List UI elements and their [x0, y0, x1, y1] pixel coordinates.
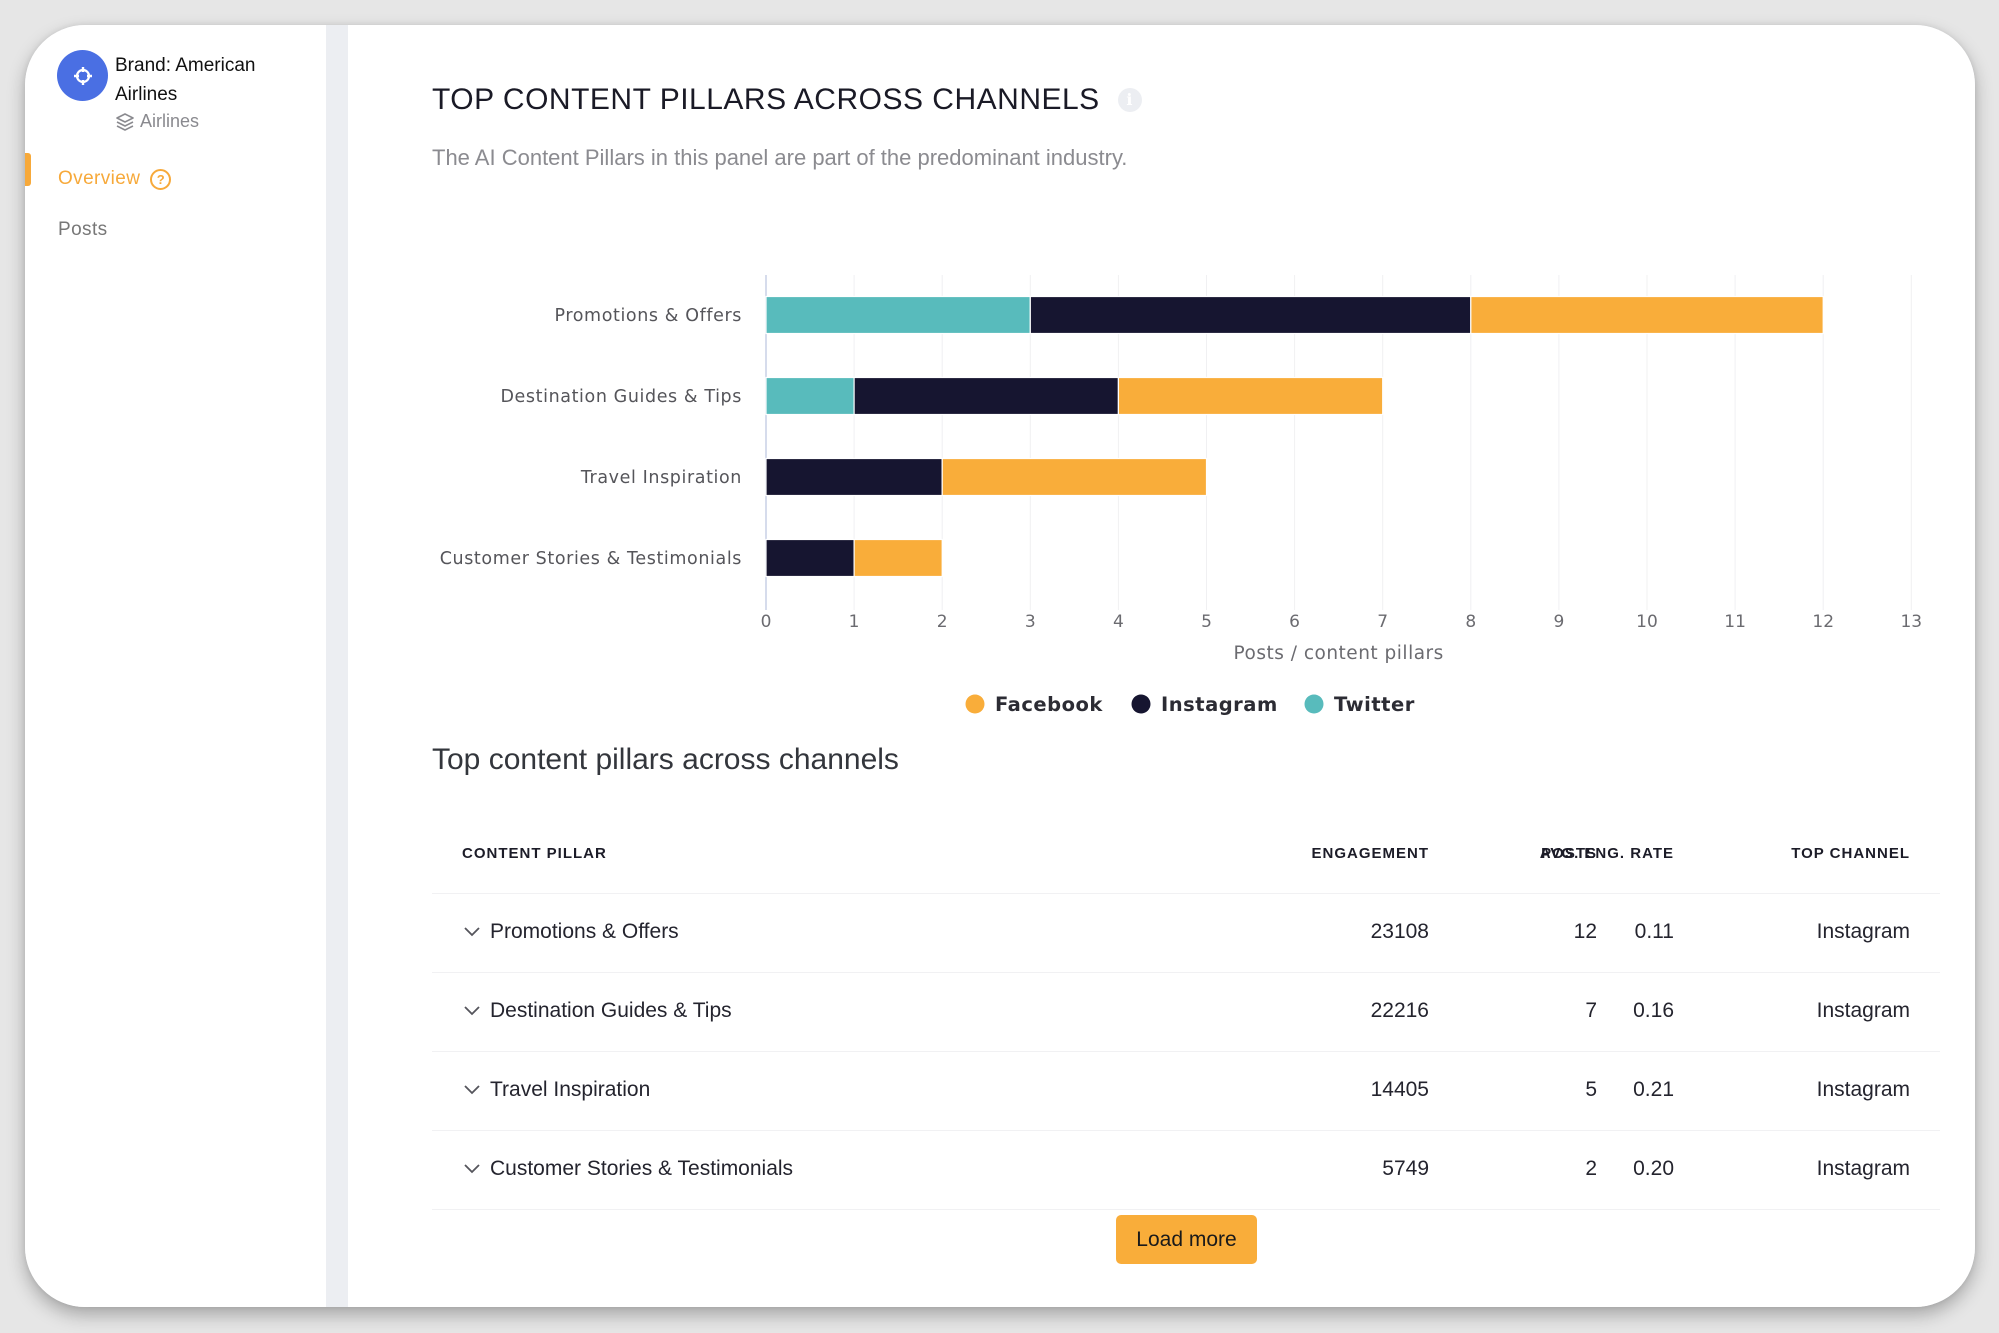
y-category-label: Customer Stories & Testimonials	[440, 549, 742, 569]
avg-eng-rate-cell: 0.16	[1633, 999, 1674, 1022]
nav-item-label: Overview	[58, 168, 141, 189]
posts-cell: 2	[1585, 1157, 1597, 1180]
stacked-bar-chart: 0 1 2 3 4 5 6 7 8 9 10 11 12 13Promotions & OffersDes…	[440, 275, 1922, 716]
table-title: Top content pillars across channels	[432, 743, 899, 776]
avg-eng-rate-cell: 0.20	[1633, 1157, 1674, 1180]
bar-segment-instagram	[1029, 295, 1472, 335]
bar-segment-instagram	[853, 376, 1119, 416]
table-row[interactable]: Promotions & Offers 12 23108 0.11 Instagram	[432, 894, 1940, 973]
brand-industry: Airlines	[115, 111, 199, 132]
content-pillar-cell: Customer Stories & Testimonials	[490, 1157, 794, 1180]
bar-segment-instagram	[765, 457, 943, 497]
x-axis-title: Posts / content pillars	[1234, 643, 1444, 664]
bar-segment-facebook	[853, 538, 943, 578]
active-nav-indicator	[25, 153, 31, 186]
nav-item-label: Posts	[58, 219, 108, 240]
x-tick-label: 7	[1377, 612, 1388, 632]
bar-segment-twitter	[765, 376, 855, 416]
load-more-button[interactable]: Load more	[1116, 1215, 1257, 1264]
layers-icon	[116, 112, 134, 131]
chevron-down-icon	[464, 927, 480, 937]
top-channel-cell: Instagram	[1816, 1078, 1910, 1101]
x-tick-label: 10	[1636, 612, 1658, 632]
avg-eng-rate-cell: 0.11	[1634, 920, 1674, 943]
posts-cell: 7	[1585, 999, 1597, 1022]
chevron-down-icon	[464, 1164, 480, 1174]
table-row[interactable]: Travel Inspiration 5 14405 0.21 Instagram	[432, 1052, 1940, 1131]
x-tick-label: 6	[1289, 612, 1300, 632]
brand-name: Brand: American Airlines	[115, 55, 256, 105]
column-header-engagement[interactable]: ENGAGEMENT	[1311, 845, 1429, 862]
legend-label-instagram: Instagram	[1161, 693, 1278, 716]
column-header-avg-eng-rate[interactable]: AVG. ENG. RATE	[1540, 845, 1674, 862]
x-tick-label: 3	[1025, 612, 1036, 632]
column-header-top-channel[interactable]: TOP CHANNEL	[1791, 845, 1910, 862]
posts-cell: 12	[1573, 920, 1597, 943]
nav-item-overview[interactable]: Overview ?	[58, 168, 172, 190]
table-header: CONTENT PILLAR POSTS ENGAGEMENT AVG. ENG…	[432, 815, 1940, 894]
x-tick-label: 5	[1201, 612, 1212, 632]
engagement-cell: 5749	[1382, 1157, 1429, 1180]
row-expand-toggle[interactable]: Travel Inspiration	[462, 1078, 650, 1102]
legend-label-twitter: Twitter	[1334, 693, 1415, 716]
x-tick-label: 8	[1465, 612, 1476, 632]
industry-label: Airlines	[140, 111, 200, 131]
bar-segment-facebook	[941, 457, 1208, 497]
top-channel-cell: Instagram	[1816, 1157, 1910, 1180]
engagement-cell: 22216	[1370, 999, 1429, 1022]
engagement-cell: 14405	[1370, 1078, 1429, 1101]
x-tick-label: 13	[1900, 612, 1922, 632]
x-tick-label: 9	[1553, 612, 1564, 632]
legend-marker-facebook	[965, 694, 985, 714]
nav-item-posts[interactable]: Posts	[58, 219, 108, 241]
y-category-label: Destination Guides & Tips	[500, 387, 742, 407]
y-category-label: Promotions & Offers	[554, 306, 742, 326]
y-category-label: Travel Inspiration	[580, 468, 742, 488]
chevron-down-icon	[464, 1006, 480, 1016]
main-panel: TOP CONTENT PILLARS ACROSS CHANNELS i Th…	[348, 25, 1975, 1307]
content-pillar-cell: Destination Guides & Tips	[490, 999, 732, 1022]
x-tick-label: 2	[937, 612, 948, 632]
bar-segment-instagram	[765, 538, 855, 578]
top-channel-cell: Instagram	[1816, 999, 1910, 1022]
bar-segment-facebook	[1470, 295, 1824, 335]
bar-segment-facebook	[1117, 376, 1384, 416]
content-pillars-table: CONTENT PILLAR POSTS ENGAGEMENT AVG. ENG…	[432, 815, 1940, 1210]
posts-cell: 5	[1585, 1078, 1597, 1101]
engagement-cell: 23108	[1370, 920, 1429, 943]
avg-eng-rate-cell: 0.21	[1633, 1078, 1674, 1101]
bar-segment-twitter	[765, 295, 1031, 335]
x-tick-label: 4	[1113, 612, 1124, 632]
content-pillar-cell: Travel Inspiration	[490, 1078, 651, 1101]
crosshair-icon	[73, 66, 92, 85]
row-expand-toggle[interactable]: Destination Guides & Tips	[462, 999, 732, 1023]
column-header-content-pillar[interactable]: CONTENT PILLAR	[462, 845, 607, 862]
legend-label-facebook: Facebook	[995, 693, 1103, 716]
content-pillar-cell: Promotions & Offers	[490, 920, 679, 943]
question-circle-icon[interactable]: ?	[150, 168, 172, 190]
legend-marker-instagram	[1131, 694, 1151, 714]
table-row[interactable]: Destination Guides & Tips 7 22216 0.16 Insta…	[432, 973, 1940, 1052]
x-tick-label: 0	[761, 612, 772, 632]
x-tick-label: 11	[1724, 612, 1746, 632]
x-tick-label: 12	[1812, 612, 1834, 632]
top-channel-cell: Instagram	[1816, 920, 1910, 943]
brand-avatar	[57, 50, 108, 101]
chevron-down-icon	[464, 1085, 480, 1095]
row-expand-toggle[interactable]: Promotions & Offers	[462, 920, 679, 944]
row-expand-toggle[interactable]: Customer Stories & Testimonials	[462, 1157, 793, 1181]
sidebar: Brand: American Airlines Airlines Overvi…	[25, 25, 326, 1307]
x-tick-label: 1	[849, 612, 860, 632]
app-window: Brand: American Airlines Airlines Overvi…	[25, 25, 1975, 1307]
legend-marker-twitter	[1304, 694, 1324, 714]
table-row[interactable]: Customer Stories & Testimonials 2 5749 0.20…	[432, 1131, 1940, 1210]
